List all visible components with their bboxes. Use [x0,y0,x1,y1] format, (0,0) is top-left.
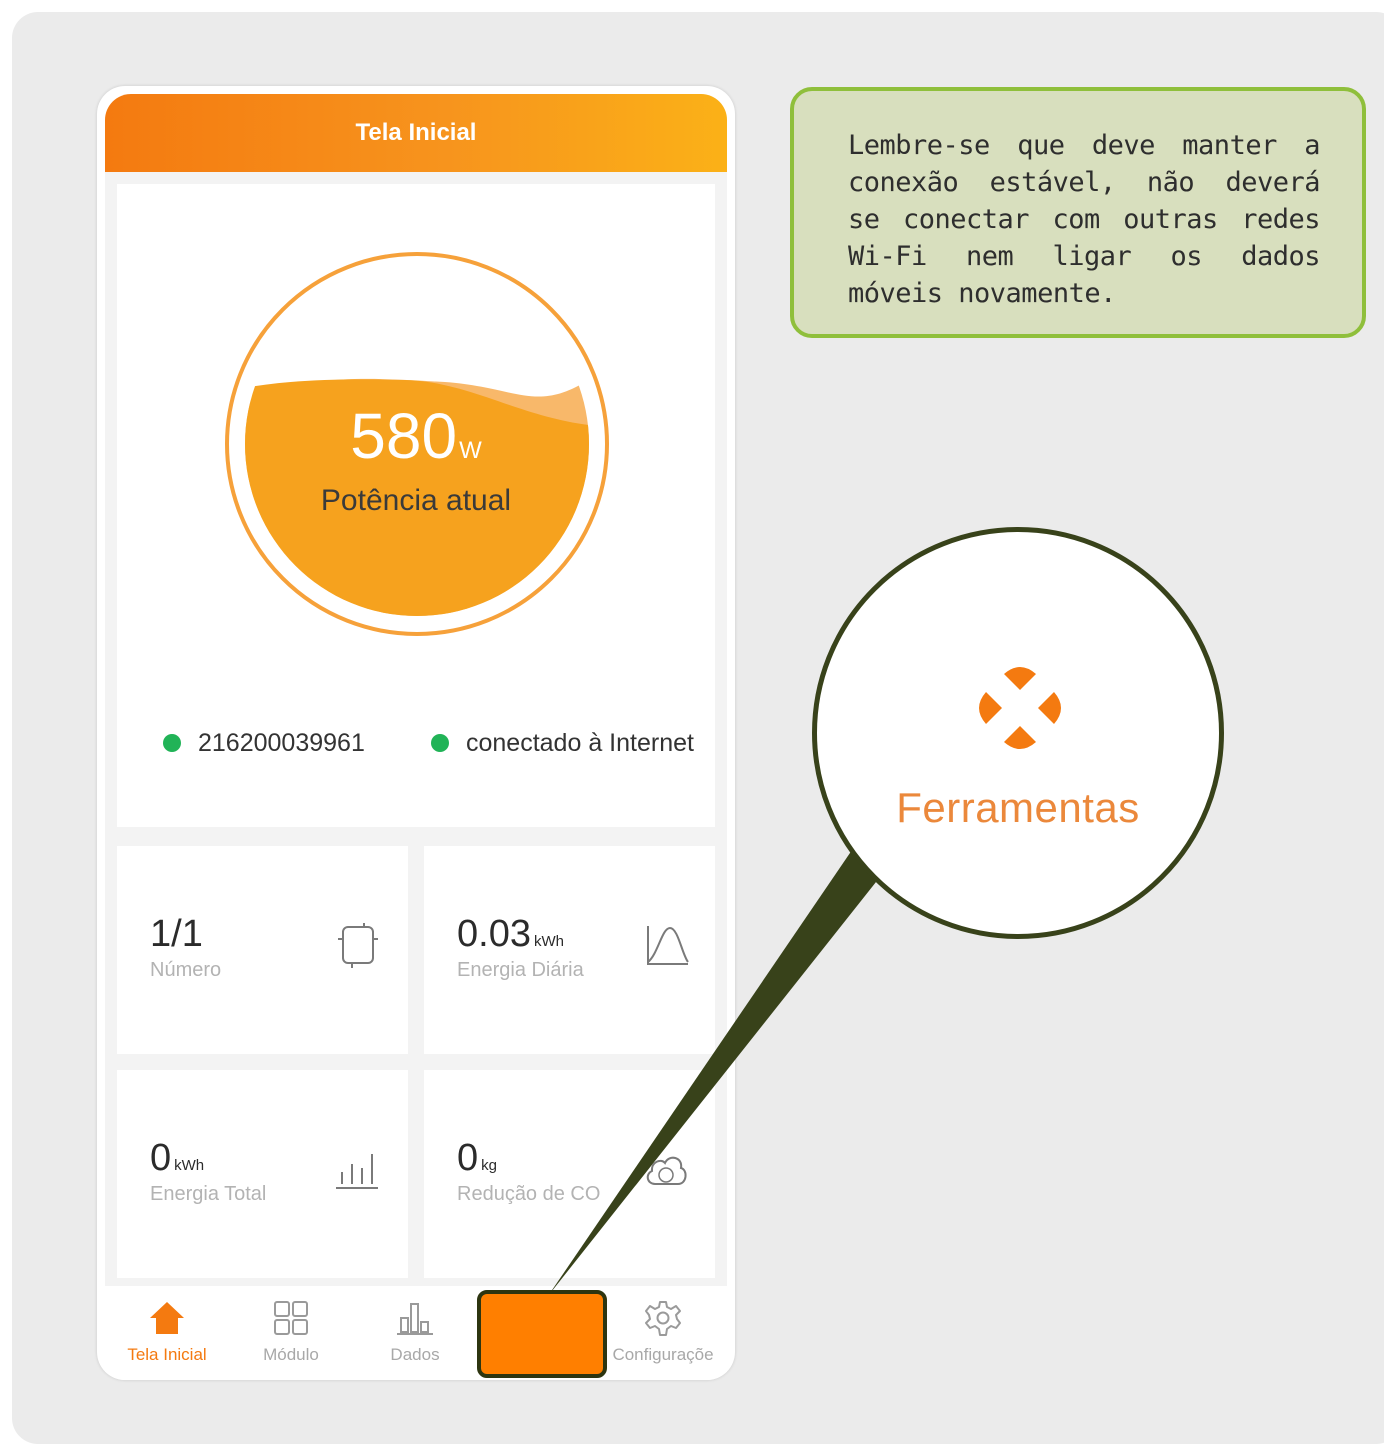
stat-label: Número [150,959,222,981]
stat-value: 0 kWh [150,1137,205,1179]
power-number: 580 [350,400,458,472]
stat-daily-energy: 0.03 kWh Energia Diária [424,846,715,1054]
data-bars-icon [397,1303,433,1335]
status-dot-icon [431,734,449,752]
grid-icon [274,1301,308,1335]
stat-value: 0 kg [457,1137,497,1179]
inverter-icon [338,923,378,968]
power-label: Potência atual [320,484,512,517]
status-dot-icon [163,734,181,752]
gear-icon [645,1301,681,1336]
nav-label: Dados [390,1345,440,1364]
nav-label: Tela Inicial [127,1345,207,1364]
power-card: 580W Potência atual 216200039961 conecta… [117,184,715,827]
tools-icon [979,667,1061,749]
bar-chart-icon [336,1154,378,1189]
stat-total-energy: 0 kWh Energia Total [117,1070,408,1278]
stat-co2-reduction: 0 kg Redução de CO [424,1070,715,1278]
internet-status: conectado à Internet [431,725,694,761]
phone-screen: Tela Inicial 580W Potência atual 2162000… [97,86,735,1380]
device-status: 216200039961 [163,725,365,761]
power-value: 580W [117,404,715,483]
nav-label: Módulo [263,1345,319,1364]
home-icon [150,1302,184,1334]
page-title: Tela Inicial [105,94,727,172]
power-unit: W [459,437,482,464]
zoom-callout: Ferramentas [812,527,1224,939]
device-id: 216200039961 [198,728,365,757]
stat-label: Redução de CO [457,1183,601,1205]
tools-label: Ferramentas [896,784,1140,831]
stat-label: Energia Total [150,1183,267,1205]
curve-icon [647,926,689,965]
stat-label: Energia Diária [457,959,584,981]
nav-item-data[interactable]: Dados [353,1286,477,1380]
nav-label: Configuraçõe [612,1345,714,1364]
nav-item-settings[interactable]: Configuraçõe [601,1286,725,1380]
bottom-nav: Tela Inicial Módulo Dados Configuraçõe [105,1286,727,1380]
nav-item-home[interactable]: Tela Inicial [105,1286,229,1380]
nav-item-module[interactable]: Módulo [229,1286,353,1380]
stat-number: 1/1 Número [117,846,408,1054]
tools-tab-highlight[interactable] [477,1290,607,1378]
internet-status-text: conectado à Internet [466,728,694,757]
reminder-note: Lembre-se que deve manter a conexão está… [790,87,1366,338]
dashboard: 580W Potência atual 216200039961 conecta… [105,172,727,1372]
stat-value: 1/1 [150,913,203,955]
reminder-text: Lembre-se que deve manter a conexão está… [848,130,1321,309]
co2-cloud-icon [646,1156,687,1185]
stat-value: 0.03 kWh [457,913,564,955]
